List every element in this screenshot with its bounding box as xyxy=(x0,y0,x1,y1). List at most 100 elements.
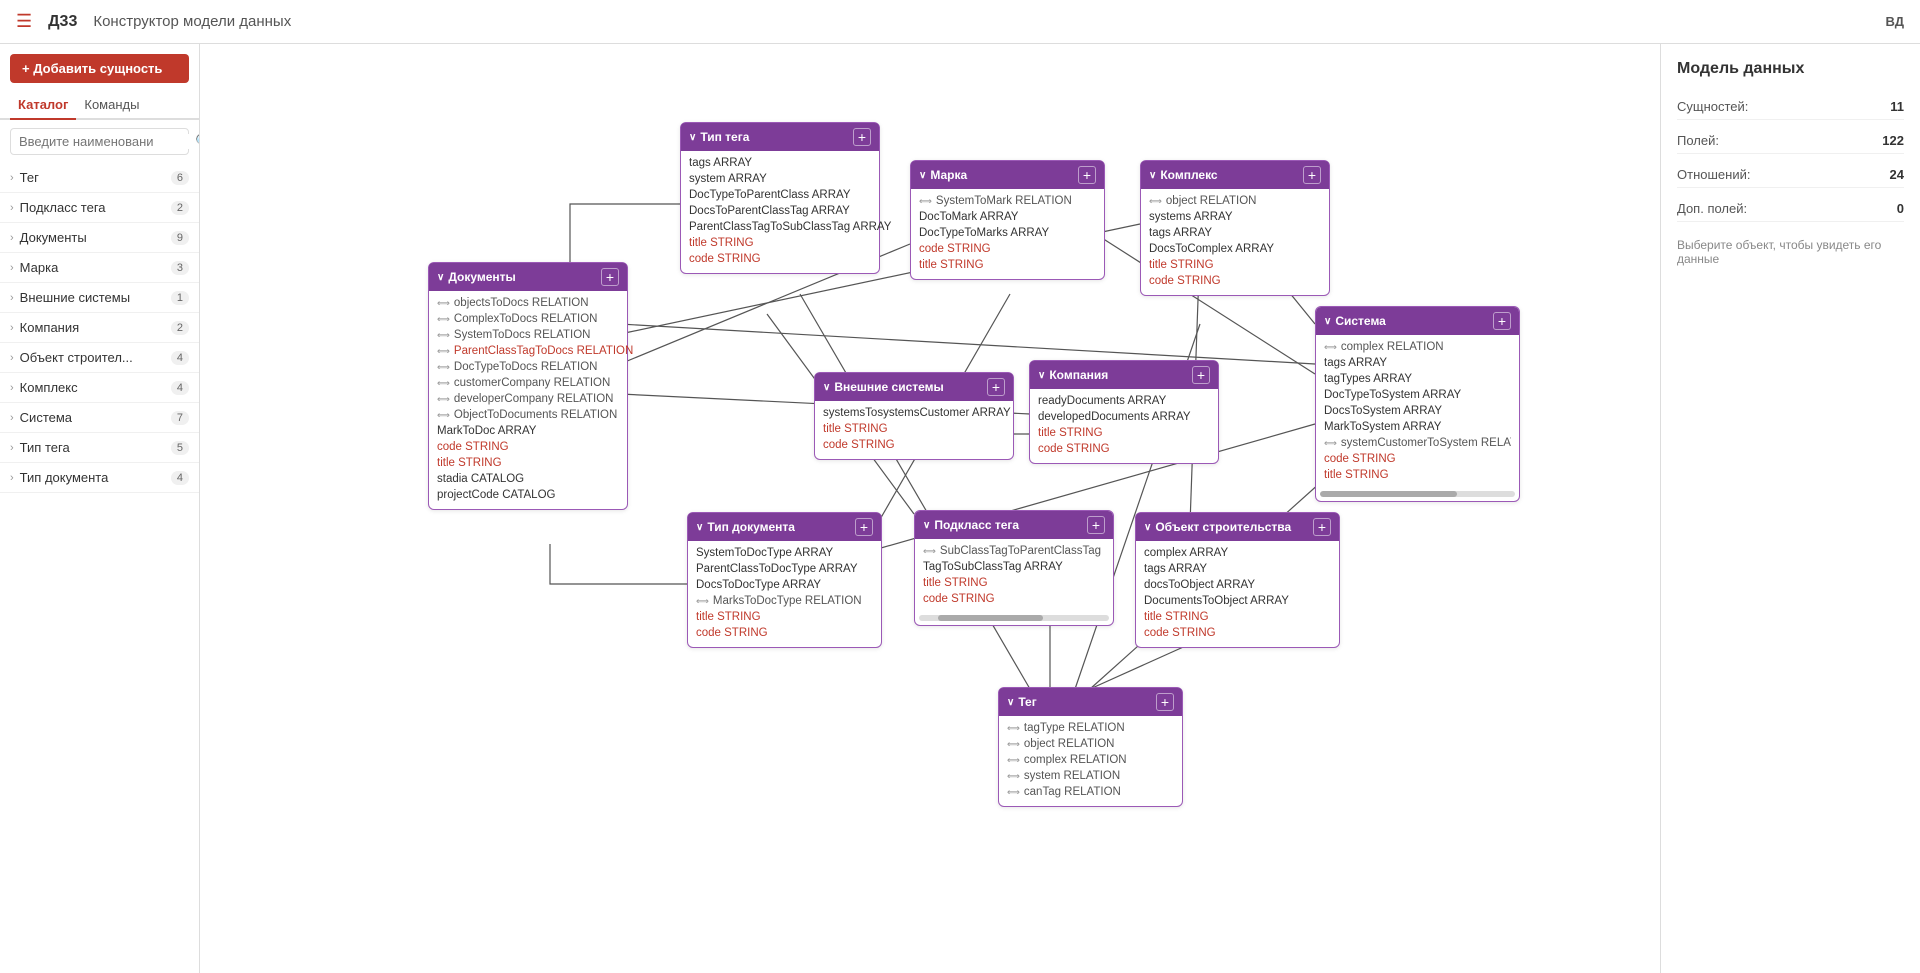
sidebar-item-podklass-tega[interactable]: › Подкласс тега 2 xyxy=(0,193,199,223)
entity-podklass-tega[interactable]: ∨ Подкласс тега + ⟺ SubClassTagToParentC… xyxy=(914,510,1114,626)
sidebar-item-count: 4 xyxy=(171,351,189,365)
entity-add-field-button[interactable]: + xyxy=(1078,166,1096,184)
sidebar-item-tip-tega[interactable]: › Тип тега 5 xyxy=(0,433,199,463)
entity-field: title STRING xyxy=(1149,257,1321,273)
tab-commands[interactable]: Команды xyxy=(76,91,147,120)
entity-field: docsToObject ARRAY xyxy=(1144,577,1331,593)
chevron-right-icon: › xyxy=(10,232,14,244)
sidebar-item-kompleks[interactable]: › Комплекс 4 xyxy=(0,373,199,403)
entity-add-field-button[interactable]: + xyxy=(601,268,619,286)
tab-catalog[interactable]: Каталог xyxy=(10,91,76,120)
chevron-right-icon: › xyxy=(10,382,14,394)
sidebar-item-dokumenty[interactable]: › Документы 9 xyxy=(0,223,199,253)
entity-add-field-button[interactable]: + xyxy=(1156,693,1174,711)
sidebar-item-label: Тег xyxy=(20,170,171,185)
entity-title: Внешние системы xyxy=(834,380,943,394)
collapse-icon: ∨ xyxy=(689,132,696,143)
canvas-area[interactable]: ∨ Тип тега + tags ARRAY system ARRAY Doc… xyxy=(200,44,1660,973)
entity-horizontal-scrollbar[interactable] xyxy=(1320,491,1515,497)
entity-field: ⟺ MarksToDocType RELATION xyxy=(696,593,873,609)
entity-add-field-button[interactable]: + xyxy=(1192,366,1210,384)
entity-field: tags ARRAY xyxy=(1324,355,1511,371)
entity-title: Документы xyxy=(448,270,515,284)
entity-tip-dokumenta[interactable]: ∨ Тип документа + SystemToDocType ARRAY … xyxy=(687,512,882,648)
entity-header: ∨ Подкласс тега + xyxy=(915,511,1113,539)
entity-field: DocTypeToMarks ARRAY xyxy=(919,225,1096,241)
entity-field: ⟺ system RELATION xyxy=(1007,768,1174,784)
entity-field: DocTypeToParentClass ARRAY xyxy=(689,187,871,203)
entity-field: title STRING xyxy=(1324,467,1511,483)
entity-field: code STRING xyxy=(919,241,1096,257)
entity-title: Подкласс тега xyxy=(934,518,1019,532)
entity-obekt-stroitelstva[interactable]: ∨ Объект строительства + complex ARRAY t… xyxy=(1135,512,1340,648)
entity-field: code STRING xyxy=(923,591,1105,607)
main-layout: + Добавить сущность Каталог Команды 🔍 › … xyxy=(0,44,1920,973)
entity-kompaniya[interactable]: ∨ Компания + readyDocuments ARRAY develo… xyxy=(1029,360,1219,464)
entity-field: DocsToParentClassTag ARRAY xyxy=(689,203,871,219)
entity-field: title STRING xyxy=(689,235,871,251)
entity-tip-tega[interactable]: ∨ Тип тега + tags ARRAY system ARRAY Doc… xyxy=(680,122,880,274)
entity-add-field-button[interactable]: + xyxy=(1087,516,1105,534)
entity-add-field-button[interactable]: + xyxy=(987,378,1005,396)
entity-sistema[interactable]: ∨ Система + ⟺ complex RELATION tags ARRA… xyxy=(1315,306,1520,502)
right-panel-row-fields: Полей: 122 xyxy=(1677,128,1904,154)
sidebar-item-tip-dokumenta[interactable]: › Тип документа 4 xyxy=(0,463,199,493)
entity-field: ⟺ object RELATION xyxy=(1007,736,1174,752)
entity-header: ∨ Система + xyxy=(1316,307,1519,335)
entity-field: tags ARRAY xyxy=(1144,561,1331,577)
canvas-scroll[interactable]: ∨ Тип тега + tags ARRAY system ARRAY Doc… xyxy=(200,44,1660,973)
right-panel-value: 24 xyxy=(1890,167,1904,182)
sidebar-item-sistema[interactable]: › Система 7 xyxy=(0,403,199,433)
entity-field: complex ARRAY xyxy=(1144,545,1331,561)
sidebar-item-count: 4 xyxy=(171,381,189,395)
collapse-icon: ∨ xyxy=(823,382,830,393)
entity-teg[interactable]: ∨ Тег + ⟺ tagType RELATION ⟺ object RELA… xyxy=(998,687,1183,807)
entity-add-field-button[interactable]: + xyxy=(1313,518,1331,536)
entity-kompleks[interactable]: ∨ Комплекс + ⟺ object RELATION systems A… xyxy=(1140,160,1330,296)
sidebar-item-vneshnie-sistemy[interactable]: › Внешние системы 1 xyxy=(0,283,199,313)
add-entity-button[interactable]: + Добавить сущность xyxy=(10,54,189,83)
entity-body: ⟺ objectsToDocs RELATION ⟺ ComplexToDocs… xyxy=(429,291,627,509)
sidebar-item-teg[interactable]: › Тег 6 xyxy=(0,163,199,193)
entity-field: code STRING xyxy=(696,625,873,641)
entity-field: MarkToSystem ARRAY xyxy=(1324,419,1511,435)
entity-field: ⟺ systemCustomerToSystem RELATIC xyxy=(1324,435,1511,451)
menu-icon[interactable]: ☰ xyxy=(16,11,32,32)
entity-horizontal-scrollbar[interactable] xyxy=(919,615,1109,621)
entity-add-field-button[interactable]: + xyxy=(853,128,871,146)
entity-field: tags ARRAY xyxy=(1149,225,1321,241)
collapse-icon: ∨ xyxy=(919,170,926,181)
right-panel-hint: Выберите объект, чтобы увидеть его данны… xyxy=(1677,238,1904,266)
entity-title: Система xyxy=(1335,314,1386,328)
entity-field: title STRING xyxy=(1038,425,1210,441)
sidebar-item-marka[interactable]: › Марка 3 xyxy=(0,253,199,283)
sidebar-item-kompaniya[interactable]: › Компания 2 xyxy=(0,313,199,343)
entity-add-field-button[interactable]: + xyxy=(1303,166,1321,184)
entity-vneshnie-sistemy[interactable]: ∨ Внешние системы + systemsTosystemsCust… xyxy=(814,372,1014,460)
right-panel-row-entities: Сущностей: 11 xyxy=(1677,94,1904,120)
entity-field: system ARRAY xyxy=(689,171,871,187)
entity-body: ⟺ tagType RELATION ⟺ object RELATION ⟺ c… xyxy=(999,716,1182,806)
right-panel-label: Сущностей: xyxy=(1677,99,1748,114)
search-input[interactable] xyxy=(19,134,195,149)
right-panel: Модель данных Сущностей: 11 Полей: 122 О… xyxy=(1660,44,1920,973)
entity-body: ⟺ SubClassTagToParentClassTag REL... Tag… xyxy=(915,539,1113,613)
chevron-right-icon: › xyxy=(10,322,14,334)
sidebar-item-label: Тип тега xyxy=(20,440,171,455)
entity-header: ∨ Тип документа + xyxy=(688,513,881,541)
entity-header: ∨ Компания + xyxy=(1030,361,1218,389)
entity-title: Компания xyxy=(1049,368,1108,382)
entity-body: ⟺ complex RELATION tags ARRAY tagTypes A… xyxy=(1316,335,1519,489)
entity-add-field-button[interactable]: + xyxy=(855,518,873,536)
entity-header: ∨ Тег + xyxy=(999,688,1182,716)
entity-field: ⟺ ComplexToDocs RELATION xyxy=(437,311,619,327)
collapse-icon: ∨ xyxy=(437,272,444,283)
entity-marka[interactable]: ∨ Марка + ⟺ SystemToMark RELATION DocToM… xyxy=(910,160,1105,280)
entity-body: complex ARRAY tags ARRAY docsToObject AR… xyxy=(1136,541,1339,647)
entity-dokumenty[interactable]: ∨ Документы + ⟺ objectsToDocs RELATION ⟺… xyxy=(428,262,628,510)
entity-field-highlighted: ⟺ ParentClassTagToDocs RELATION xyxy=(437,343,619,359)
entity-add-field-button[interactable]: + xyxy=(1493,312,1511,330)
entity-field: code STRING xyxy=(1038,441,1210,457)
entity-field: tags ARRAY xyxy=(689,155,871,171)
sidebar-item-obekt-stroitel[interactable]: › Объект строител... 4 xyxy=(0,343,199,373)
